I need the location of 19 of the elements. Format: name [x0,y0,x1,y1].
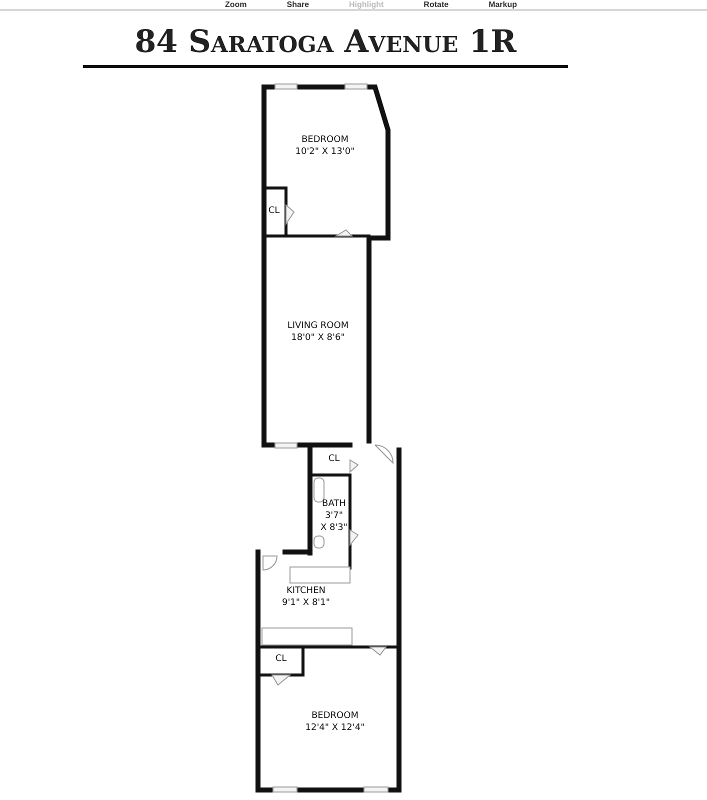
room-name: CL [268,206,280,216]
toolbar-button[interactable]: Zoom [225,0,247,9]
room-name: CL [328,454,340,464]
room-dimensions: 10'2" X 13'0" [295,147,355,157]
room-dimensions: 18'0" X 8'6" [291,333,345,343]
room-name: KITCHEN [286,586,326,596]
plan-title: 84 Saratoga Avenue 1R [134,23,518,62]
room-name: BATH [322,499,346,509]
room-name: CL [275,654,287,664]
room-name: LIVING ROOM [287,321,349,331]
room-name: BEDROOM [302,135,348,145]
toolbar-button[interactable]: Share [286,0,310,9]
toolbar-button[interactable]: Rotate [424,0,449,9]
room-dimensions: 9'1" X 8'1" [282,598,330,608]
room-dimensions: X 8'3" [320,523,348,533]
room-dimensions: 12'4" X 12'4" [305,723,365,733]
room-dimensions: 3'7" [324,511,344,521]
room-name: BEDROOM [312,711,358,721]
toolbar-button[interactable]: Markup [488,0,518,9]
